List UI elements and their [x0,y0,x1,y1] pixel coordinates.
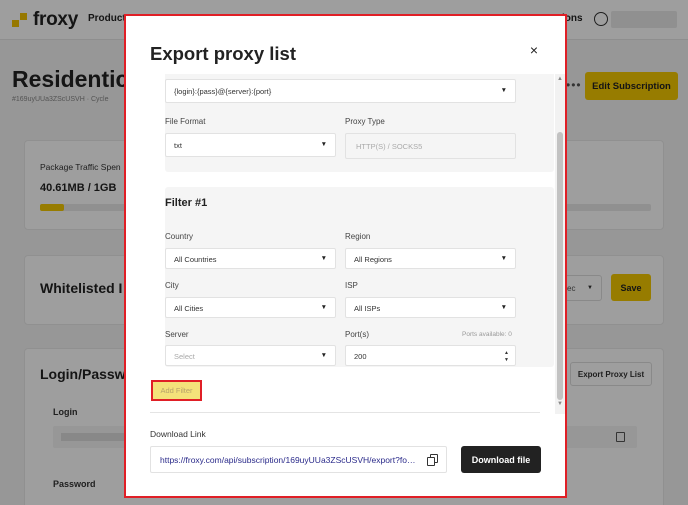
server-placeholder: Select [174,352,195,361]
city-label: City [165,281,179,290]
proxy-type-label: Proxy Type [345,117,385,126]
scroll-up-icon[interactable]: ▲ [557,76,563,82]
scroll-down-icon[interactable]: ▼ [557,401,563,407]
chevron-down-icon: ▼ [320,141,327,148]
download-link-field[interactable]: https://froxy.com/api/subscription/169uy… [150,446,447,473]
format-template-value: {login}:{pass}@{server}:{port} [174,87,272,96]
ports-value: 200 [354,352,367,361]
filter-inner: Filter #1 Country All Countries ▼ Region… [165,187,554,367]
city-value: All Cities [174,304,204,313]
country-select[interactable]: All Countries ▼ [165,248,336,269]
export-proxy-modal: Export proxy list × {login}:{pass}@{serv… [124,14,567,498]
country-value: All Countries [174,255,217,264]
close-icon[interactable]: × [526,42,542,58]
ports-available: Ports available: 0 [462,331,512,338]
region-value: All Regions [354,255,392,264]
download-link-label: Download Link [150,429,206,439]
download-file-button[interactable]: Download file [461,446,541,473]
filter-title: Filter #1 [165,197,208,209]
file-format-select[interactable]: txt ▼ [165,133,336,157]
server-select[interactable]: Select ▼ [165,345,336,366]
region-label: Region [345,232,371,241]
modal-scroll-area[interactable]: {login}:{pass}@{server}:{port} ▼ File Fo… [151,74,565,414]
modal-scrollbar[interactable]: ▲ ▼ [555,74,565,414]
proxy-type-value: HTTP(S) / SOCKS5 [356,142,423,151]
filter-panel: Filter #1 Country All Countries ▼ Region… [165,187,554,367]
modal-title: Export proxy list [150,43,296,64]
ports-label: Port(s) [345,330,369,339]
chevron-down-icon: ▼ [500,255,507,262]
city-select[interactable]: All Cities ▼ [165,297,336,318]
ports-input[interactable]: 200 ▲ ▼ [345,345,516,366]
isp-label: ISP [345,281,358,290]
isp-select[interactable]: All ISPs ▼ [345,297,516,318]
proxy-type-field: HTTP(S) / SOCKS5 [345,133,516,159]
chevron-down-icon: ▼ [500,304,507,311]
region-select[interactable]: All Regions ▼ [345,248,516,269]
chevron-down-icon: ▼ [320,304,327,311]
format-template-select[interactable]: {login}:{pass}@{server}:{port} ▼ [165,79,516,103]
chevron-down-icon: ▼ [500,87,507,94]
file-format-label: File Format [165,117,206,126]
copy-icon[interactable] [427,454,438,466]
isp-value: All ISPs [354,304,381,313]
country-label: Country [165,232,194,241]
chevron-down-icon: ▼ [320,352,327,359]
scrollbar-thumb[interactable] [557,132,563,400]
modal-divider [150,412,540,413]
format-settings-panel: {login}:{pass}@{server}:{port} ▼ File Fo… [165,74,554,172]
download-url[interactable]: https://froxy.com/api/subscription/169uy… [160,455,418,465]
server-label: Server [165,330,189,339]
file-format-value: txt [174,141,182,150]
chevron-down-icon: ▼ [320,255,327,262]
stepper-arrows-icon[interactable]: ▲ ▼ [504,350,509,364]
add-filter-button[interactable]: Add Filter [151,380,202,401]
